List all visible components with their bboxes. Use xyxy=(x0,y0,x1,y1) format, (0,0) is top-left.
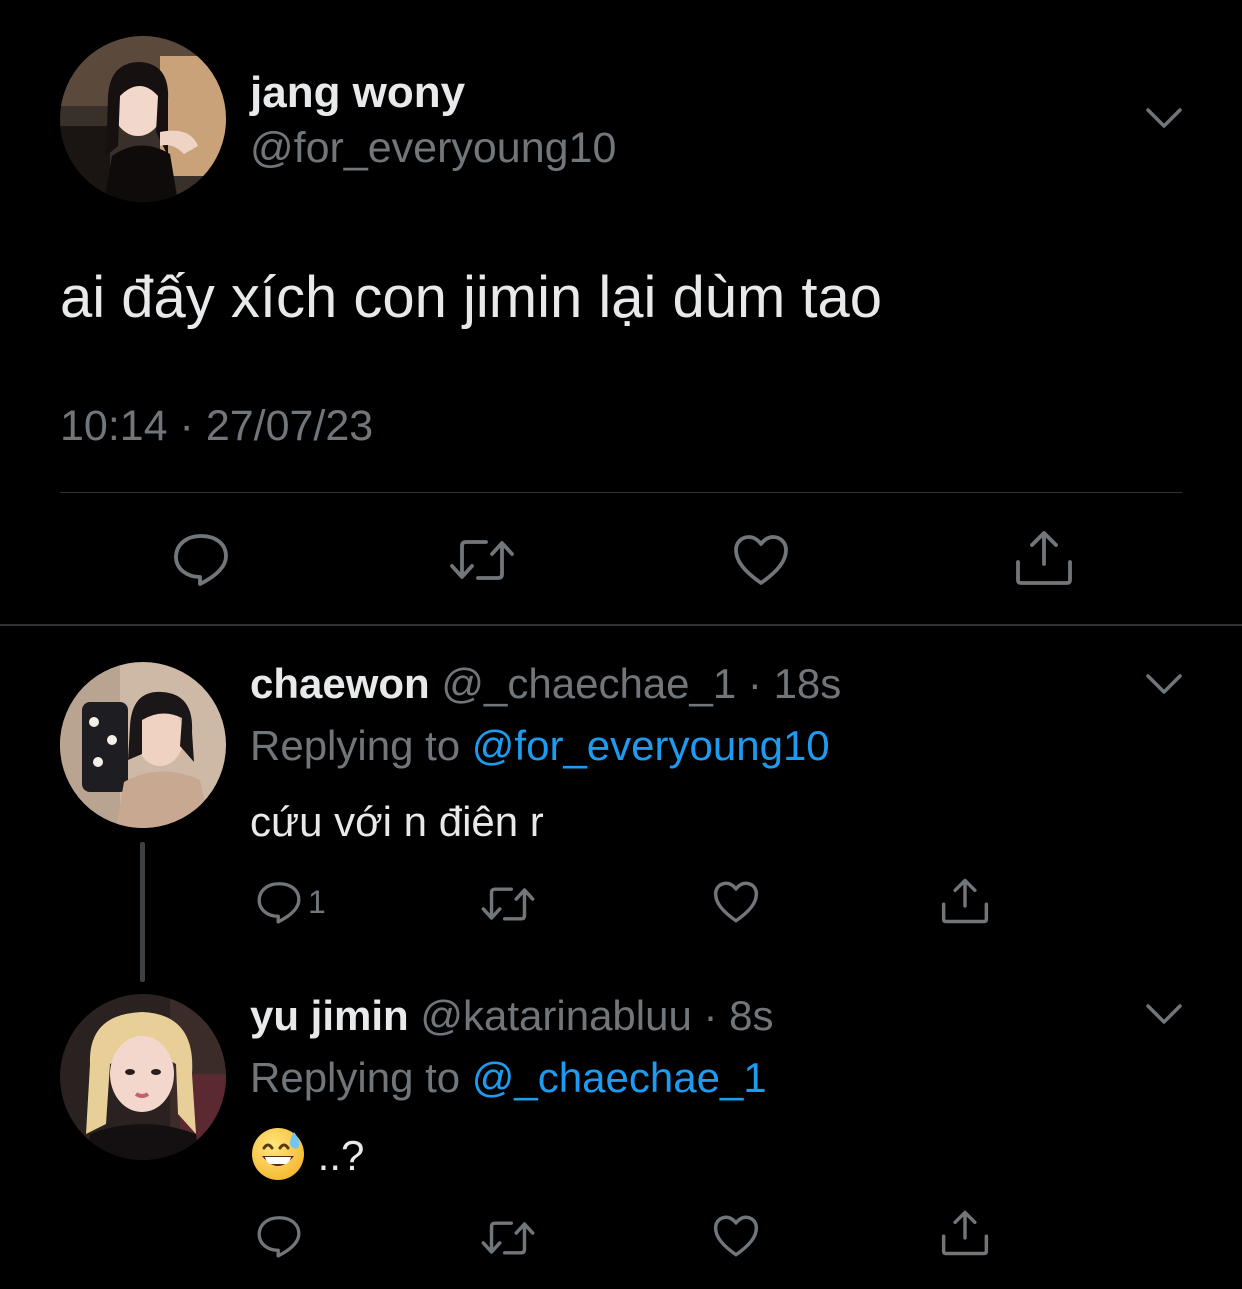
reply-header: yu jimin @katarinabluu · 8s xyxy=(250,992,774,1040)
retweet-button[interactable] xyxy=(448,536,516,584)
reply-count: 1 xyxy=(308,883,326,920)
reply-icon xyxy=(172,532,230,586)
reply-display-name[interactable]: yu jimin xyxy=(250,992,409,1039)
author-display-name[interactable]: jang wony xyxy=(250,68,465,118)
reply-button[interactable] xyxy=(172,532,230,586)
reply-meta[interactable]: @katarinabluu · 8s xyxy=(420,992,773,1039)
reply-header: chaewon @_chaechae_1 · 18s xyxy=(250,660,841,708)
chevron-down-icon[interactable] xyxy=(1144,104,1184,134)
reply-button[interactable] xyxy=(256,1214,308,1258)
share-icon xyxy=(1014,530,1074,586)
share-button[interactable] xyxy=(940,878,990,924)
reply-icon xyxy=(256,1214,302,1258)
author-handle[interactable]: @for_everyoung10 xyxy=(250,124,616,173)
mention-link[interactable]: @_chaechae_1 xyxy=(472,1054,767,1101)
tweet-timestamp[interactable]: 10:14 · 27/07/23 xyxy=(60,402,373,451)
reply-button[interactable]: 1 xyxy=(256,880,326,924)
reply-text: ..? xyxy=(317,1132,365,1180)
retweet-icon xyxy=(480,1218,536,1258)
divider xyxy=(0,624,1242,626)
share-icon xyxy=(940,878,990,924)
chevron-down-icon[interactable] xyxy=(1144,670,1184,700)
mention-link[interactable]: @for_everyoung10 xyxy=(472,722,830,769)
chevron-down-icon[interactable] xyxy=(1144,1000,1184,1030)
reply-display-name[interactable]: chaewon xyxy=(250,660,430,707)
reply-icon xyxy=(256,880,302,924)
tweet-text: ai đấy xích con jimin lại dùm tao xyxy=(60,265,883,330)
replying-to-label: Replying to xyxy=(250,722,461,769)
avatar-jang-wony[interactable] xyxy=(60,36,226,202)
reply-text-line: ..? xyxy=(250,1126,364,1192)
heart-icon xyxy=(712,880,760,924)
thread-connector xyxy=(140,842,145,982)
share-button[interactable] xyxy=(940,1210,990,1256)
share-button[interactable] xyxy=(1014,530,1074,586)
avatar-chaewon[interactable] xyxy=(60,662,226,828)
like-button[interactable] xyxy=(712,880,760,924)
replying-to-label: Replying to xyxy=(250,1054,461,1101)
replying-to-line: Replying to @_chaechae_1 xyxy=(250,1054,767,1102)
retweet-button[interactable] xyxy=(480,884,536,924)
grinning-face-with-sweat-icon xyxy=(250,1126,306,1192)
reply-meta[interactable]: @_chaechae_1 · 18s xyxy=(441,660,841,707)
share-icon xyxy=(940,1210,990,1256)
heart-icon xyxy=(712,1214,760,1258)
retweet-icon xyxy=(480,884,536,924)
replying-to-line: Replying to @for_everyoung10 xyxy=(250,722,830,770)
divider xyxy=(60,492,1182,493)
avatar-yu-jimin[interactable] xyxy=(60,994,226,1160)
retweet-button[interactable] xyxy=(480,1218,536,1258)
reply-text: cứu với n điên r xyxy=(250,798,544,845)
heart-icon xyxy=(732,533,790,587)
like-button[interactable] xyxy=(732,533,790,587)
like-button[interactable] xyxy=(712,1214,760,1258)
retweet-icon xyxy=(448,536,516,584)
